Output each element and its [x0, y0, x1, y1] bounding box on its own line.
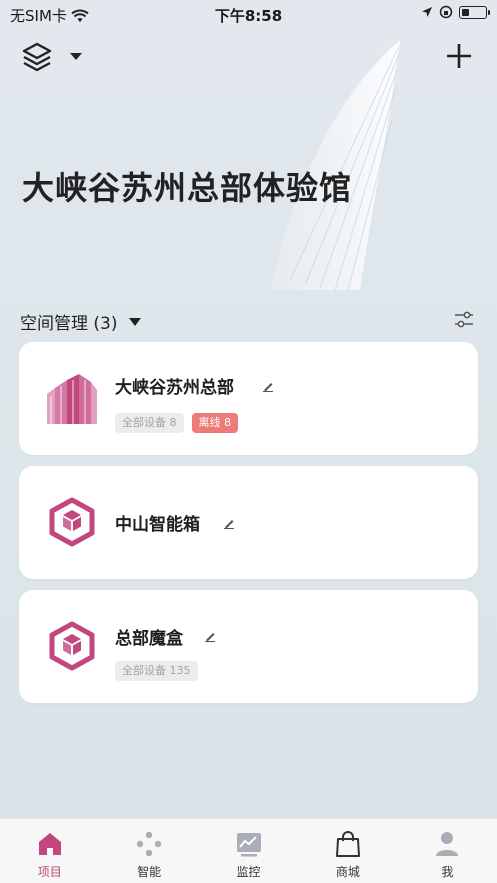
tab-monitor[interactable]: 监控: [199, 819, 298, 883]
space-card[interactable]: 中山智能箱: [19, 466, 478, 579]
space-management-header: 空间管理 (3): [20, 309, 477, 334]
top-bar: [0, 40, 497, 74]
cube-icon: [49, 621, 95, 671]
space-card[interactable]: 大峡谷苏州总部 全部设备 8 离线 8: [19, 342, 478, 455]
location-arrow-icon: [422, 7, 432, 17]
edit-icon[interactable]: [204, 630, 216, 642]
cube-icon: [49, 497, 95, 547]
space-tags: 全部设备 8 离线 8: [115, 413, 238, 433]
space-management-label: 空间管理 (3): [20, 314, 118, 334]
tab-label: 智能: [137, 865, 162, 879]
project-title: 大峡谷苏州总部体验馆: [22, 169, 353, 207]
battery-icon: [459, 5, 490, 19]
building-icon: [47, 374, 97, 424]
offline-count-tag: 离线 8: [191, 413, 238, 433]
tab-label: 监控: [236, 865, 261, 879]
space-name: 总部魔盒: [115, 629, 183, 649]
tab-me[interactable]: 我: [398, 819, 497, 883]
space-name: 大峡谷苏州总部: [115, 378, 234, 398]
chart-icon: [236, 833, 261, 857]
status-bar: 无SIM卡 下午8:58: [0, 0, 497, 28]
tab-label: 我: [441, 865, 454, 879]
person-icon: [436, 832, 459, 856]
tab-mall[interactable]: 商城: [298, 819, 397, 883]
project-dropdown-caret-icon[interactable]: [70, 53, 82, 60]
edit-icon[interactable]: [223, 517, 235, 529]
tab-smart[interactable]: 智能: [99, 819, 198, 883]
tab-projects[interactable]: 项目: [0, 819, 99, 883]
tab-label: 项目: [37, 865, 62, 879]
tab-label: 商城: [335, 865, 360, 879]
edit-icon[interactable]: [262, 380, 274, 392]
space-tags: 全部设备 135: [115, 661, 198, 681]
caret-down-icon: [129, 317, 142, 326]
device-count-tag: 全部设备 8: [115, 413, 184, 433]
space-card[interactable]: 总部魔盒 全部设备 135: [19, 590, 478, 703]
layers-icon[interactable]: [20, 40, 54, 74]
space-management-toggle[interactable]: 空间管理 (3): [20, 309, 142, 334]
device-count-tag: 全部设备 135: [115, 661, 198, 681]
bag-icon: [335, 831, 360, 857]
bottom-tab-bar: 项目 智能 监控 商城 我: [0, 818, 497, 883]
filter-sliders-icon[interactable]: [453, 309, 475, 331]
add-icon[interactable]: [445, 42, 473, 70]
home-icon: [38, 833, 61, 855]
orientation-lock-icon: [439, 5, 453, 19]
space-name: 中山智能箱: [115, 515, 200, 535]
dots-icon: [136, 831, 162, 857]
